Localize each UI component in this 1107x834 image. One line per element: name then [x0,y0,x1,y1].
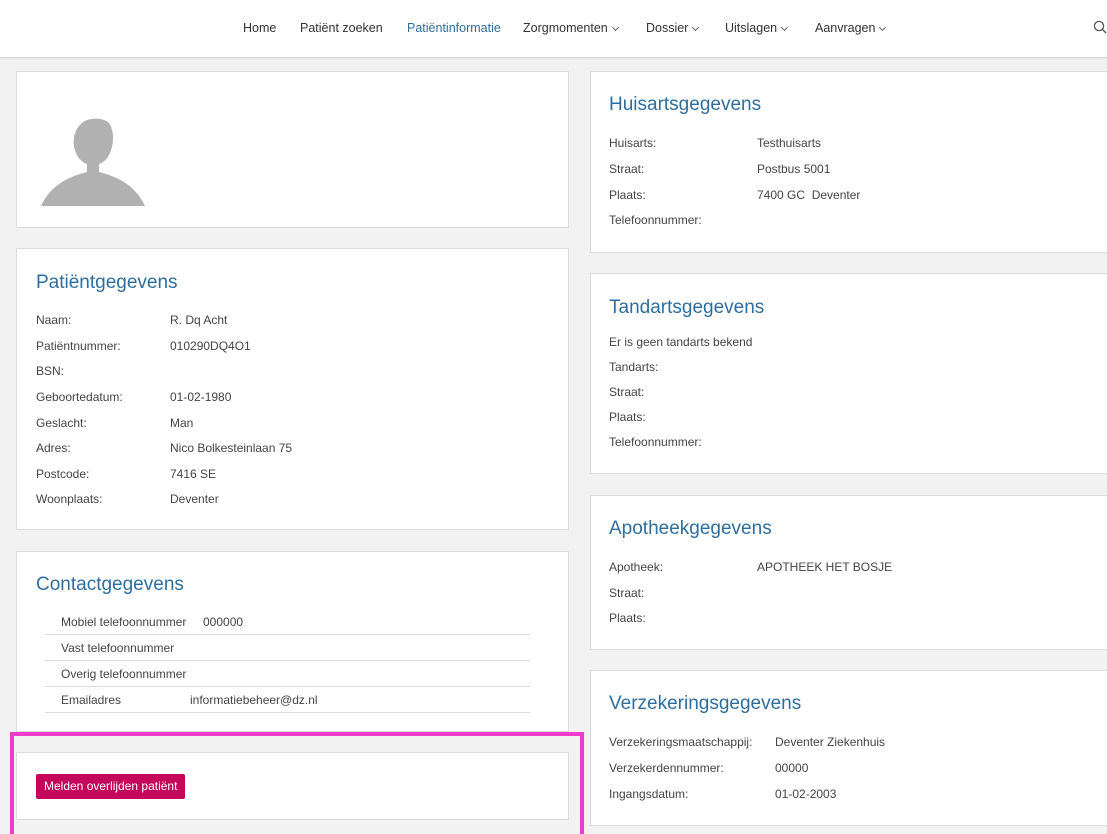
gp-name-label: Huisarts: [609,136,657,150]
patient-name-value: R. Dq Acht [170,313,228,327]
table-row: Overig telefoonnummer [45,661,530,687]
search-icon[interactable] [1093,20,1107,34]
dentist-details-title: Tandartsgegevens [609,297,765,318]
chevron-down-icon [611,23,619,32]
postcode-label: Postcode: [36,467,90,481]
pharmacy-details-title: Apotheekgegevens [609,518,772,539]
insurer-value: Deventer Ziekenhuis [775,735,886,749]
gp-city-label: Plaats: [609,188,646,202]
gp-name-value: Testhuisarts [757,136,822,150]
nav-item-patientinformatie[interactable]: Patiëntinformatie [407,21,501,35]
birthdate-value: 01-02-1980 [170,390,232,404]
gp-details-title: Huisartsgegevens [609,94,762,115]
gender-label: Geslacht: [36,416,87,430]
other-phone-label: Overig telefoonnummer [61,667,187,681]
chevron-down-icon [781,23,789,32]
avatar [41,118,145,206]
patient-details-title: Patiëntgegevens [36,272,178,293]
dentist-street-label: Straat: [609,385,645,399]
pharmacy-name-label: Apotheek: [609,560,664,574]
email-label: Emailadres [61,693,122,707]
nav-item-home[interactable]: Home [243,21,276,35]
email-value: informatiebeheer@dz.nl [190,693,318,707]
start-date-label: Ingangsdatum: [609,787,689,801]
address-value: Nico Bolkesteinlaan 75 [170,441,293,455]
nav-item-zorgmomenten[interactable]: Zorgmomenten [523,21,619,35]
gp-street-value: Postbus 5001 [757,162,831,176]
table-row: Vast telefoonnummer [45,635,530,661]
gp-phone-label: Telefoonnummer: [609,213,702,227]
city-label: Woonplaats: [36,492,103,506]
birthdate-label: Geboortedatum: [36,390,123,404]
dentist-name-label: Tandarts: [609,360,659,374]
top-navigation: Home Patiënt zoeken Patiëntinformatie Zo… [0,0,1107,58]
chevron-down-icon [879,23,887,32]
mobile-phone-label: Mobiel telefoonnummer [61,615,187,629]
gp-street-label: Straat: [609,162,645,176]
postcode-value: 7416 SE [170,467,217,481]
nav-item-dossier[interactable]: Dossier [646,21,700,35]
policy-number-value: 00000 [775,761,809,775]
policy-number-label: Verzekerdennummer: [609,761,724,775]
landline-phone-label: Vast telefoonnummer [61,641,175,655]
pharmacy-name-value: APOTHEEK HET BOSJE [757,560,893,574]
no-dentist-notice: Er is geen tandarts bekend [609,335,753,349]
highlight-box [10,732,584,834]
table-row: Mobiel telefoonnummer 000000 [45,609,530,635]
patient-number-value: 010290DQ4O1 [170,339,251,353]
chevron-down-icon [692,23,700,32]
dentist-phone-label: Telefoonnummer: [609,435,702,449]
bsn-label: BSN: [36,364,65,378]
nav-item-label: Uitslagen [725,21,778,35]
contact-details-title: Contactgegevens [36,574,184,595]
mobile-phone-value: 000000 [203,615,244,629]
pharmacy-city-label: Plaats: [609,611,646,625]
nav-item-label: Zorgmomenten [523,21,608,35]
address-label: Adres: [36,441,71,455]
nav-item-patient-zoeken[interactable]: Patiënt zoeken [300,21,383,35]
patient-name-label: Naam: [36,313,72,327]
insurance-details-title: Verzekeringsgegevens [609,693,802,714]
nav-item-label: Dossier [646,21,689,35]
patient-number-label: Patiëntnummer: [36,339,121,353]
city-value: Deventer [170,492,219,506]
start-date-value: 01-02-2003 [775,787,837,801]
nav-item-aanvragen[interactable]: Aanvragen [815,21,887,35]
nav-item-uitslagen[interactable]: Uitslagen [725,21,789,35]
table-row: Emailadres informatiebeheer@dz.nl [45,687,530,713]
gender-value: Man [170,416,194,430]
nav-item-label: Aanvragen [815,21,876,35]
dentist-city-label: Plaats: [609,410,646,424]
pharmacy-street-label: Straat: [609,586,645,600]
insurer-label: Verzekeringsmaatschappij: [609,735,753,749]
gp-city-value: 7400 GC Deventer [757,188,861,202]
